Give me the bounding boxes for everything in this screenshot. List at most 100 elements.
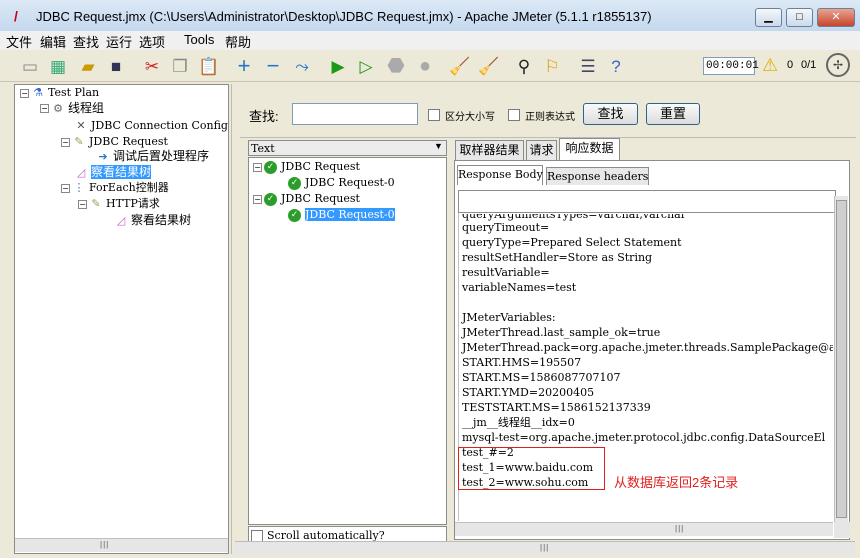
tree-node-thread-group[interactable]: − ⚙ 线程组: [40, 101, 104, 116]
collapse-icon[interactable]: −: [261, 54, 285, 78]
subtab-response-headers[interactable]: Response headers: [546, 167, 649, 185]
clear-icon[interactable]: 🧹: [448, 54, 472, 78]
tab-response-data[interactable]: 响应数据: [559, 138, 620, 160]
scrollbar-grip: |||: [100, 540, 110, 549]
shutdown-icon[interactable]: ●: [413, 54, 437, 78]
menu-options[interactable]: 选项: [139, 32, 165, 51]
loop-icon: ⋮: [73, 181, 85, 194]
tree-node-jdbc-config[interactable]: ✕ JDBC Connection Config: [74, 119, 228, 133]
result-node-2[interactable]: − ✓ JDBC Request: [253, 192, 360, 206]
response-line: queryType=Prepared Select Statement: [462, 236, 682, 249]
success-shield-icon: ✓: [264, 160, 277, 174]
response-line: START.YMD=20200405: [462, 386, 595, 399]
expand-icon[interactable]: +: [232, 54, 256, 78]
annotation-text: 从数据库返回2条记录: [614, 475, 739, 490]
gear-icon: ⚙: [53, 101, 63, 115]
wrench-icon: ✕: [76, 119, 86, 132]
tree-node-view-results-tree[interactable]: ◿ 察看结果树: [74, 165, 152, 180]
response-line: JMeterVariables:: [462, 311, 556, 324]
toggle-icon[interactable]: ⤳: [290, 54, 314, 78]
remote-status-icon: ✢: [826, 53, 850, 77]
case-sensitive-checkbox[interactable]: [428, 107, 440, 121]
menu-tools[interactable]: Tools: [184, 32, 214, 47]
split-divider[interactable]: [231, 84, 237, 554]
warning-icon[interactable]: ⚠: [762, 55, 778, 75]
clear-all-icon[interactable]: 🧹: [477, 54, 501, 78]
search-binoculars-icon[interactable]: ⚲: [512, 54, 536, 78]
response-line: JMeterThread.pack=org.apache.jmeter.thre…: [462, 341, 833, 354]
scrollbar-grip: |||: [675, 524, 685, 533]
success-shield-icon: ✓: [288, 176, 301, 190]
chevron-down-icon[interactable]: ▼: [434, 141, 443, 151]
menu-file[interactable]: 文件: [6, 32, 32, 51]
start-no-pause-icon[interactable]: ▷: [354, 54, 378, 78]
stop-icon[interactable]: ⬣: [384, 54, 408, 78]
warning-count: 0: [787, 59, 794, 71]
tree-node-debug-postprocessor[interactable]: ➔ 调试后置处理程序: [96, 149, 209, 164]
save-icon[interactable]: ■: [104, 54, 128, 78]
window-title: JDBC Request.jmx (C:\Users\Administrator…: [36, 9, 652, 24]
reset-button[interactable]: 重置: [646, 103, 700, 125]
tree-node-http-request[interactable]: − ✎ HTTP请求: [78, 197, 160, 211]
result-subnode-1[interactable]: ✓ JDBC Request-0: [288, 176, 395, 190]
response-line: variableNames=test: [462, 281, 577, 294]
success-shield-icon: ✓: [288, 208, 301, 222]
response-hscrollbar[interactable]: [455, 522, 833, 536]
renderer-select[interactable]: [248, 140, 447, 156]
case-sensitive-label: 区分大小写: [445, 112, 495, 123]
tree-node-view-results-tree-2[interactable]: ◿ 察看结果树: [114, 213, 191, 228]
response-line: START.MS=1586087707107: [462, 371, 621, 384]
chart-icon: ◿: [76, 165, 86, 179]
search-label: 查找:: [249, 109, 279, 124]
menu-search[interactable]: 查找: [73, 32, 99, 51]
tree-node-test-plan[interactable]: − ⚗ Test Plan: [20, 86, 99, 100]
menu-run[interactable]: 运行: [106, 32, 132, 51]
find-button[interactable]: 查找: [583, 103, 638, 125]
flask-icon: ⚗: [33, 86, 43, 99]
scrollbar-grip: |||: [540, 543, 550, 552]
menu-edit[interactable]: 编辑: [40, 32, 66, 51]
thread-count: 0/1: [801, 59, 817, 71]
tab-sampler-result[interactable]: 取样器结果: [455, 140, 524, 160]
open-icon[interactable]: ▰: [76, 54, 100, 78]
maximize-button[interactable]: □: [786, 8, 813, 27]
response-line: [462, 295, 833, 310]
subtab-response-body[interactable]: Response Body: [457, 165, 543, 185]
menu-help[interactable]: 帮助: [225, 32, 251, 51]
cut-icon[interactable]: ✂: [140, 54, 164, 78]
tree-node-jdbc-request[interactable]: − ✎ JDBC Request: [61, 135, 168, 149]
result-node-1[interactable]: − ✓ JDBC Request: [253, 160, 360, 174]
response-line: mysql-test=org.apache.jmeter.protocol.jd…: [462, 431, 826, 444]
jmeter-feather-icon: /: [14, 8, 18, 24]
left-tree-hscrollbar[interactable]: [15, 538, 228, 552]
result-subnode-2[interactable]: ✓ JDBC Request-0: [288, 208, 395, 222]
elapsed-timer: 00:00:01: [703, 57, 759, 75]
vscroll-thumb[interactable]: [836, 200, 847, 518]
chart-icon: ◿: [116, 213, 126, 227]
close-button[interactable]: ✕: [817, 8, 855, 27]
new-icon[interactable]: ▭: [18, 54, 42, 78]
response-line: resultSetHandler=Store as String: [462, 251, 653, 264]
scroll-auto-checkbox[interactable]: [251, 528, 263, 542]
search-input[interactable]: [292, 103, 418, 125]
response-line: resultVariable=: [462, 266, 550, 279]
tree-node-foreach[interactable]: − ⋮ ForEach控制器: [61, 181, 169, 195]
help-icon[interactable]: ?: [604, 54, 628, 78]
scroll-corner: [834, 522, 850, 538]
regex-checkbox[interactable]: [508, 107, 520, 121]
paste-icon[interactable]: 📋: [197, 54, 221, 78]
regex-label: 正则表达式: [525, 112, 575, 123]
response-line: TESTSTART.MS=1586152137339: [462, 401, 651, 414]
renderer-select-value: Text: [251, 142, 275, 155]
response-search-field[interactable]: [458, 190, 836, 213]
minimize-button[interactable]: ▁: [755, 8, 782, 27]
start-icon[interactable]: ▶: [326, 54, 350, 78]
pencil-icon: ✎: [74, 135, 84, 148]
success-shield-icon: ✓: [264, 192, 277, 206]
reset-search-icon[interactable]: ⚐: [540, 54, 564, 78]
function-helper-icon[interactable]: ☰: [576, 54, 600, 78]
tab-request[interactable]: 请求: [526, 140, 557, 160]
templates-icon[interactable]: ▦: [46, 54, 70, 78]
copy-icon[interactable]: ❐: [168, 54, 192, 78]
response-line: queryTimeout=: [462, 221, 550, 234]
